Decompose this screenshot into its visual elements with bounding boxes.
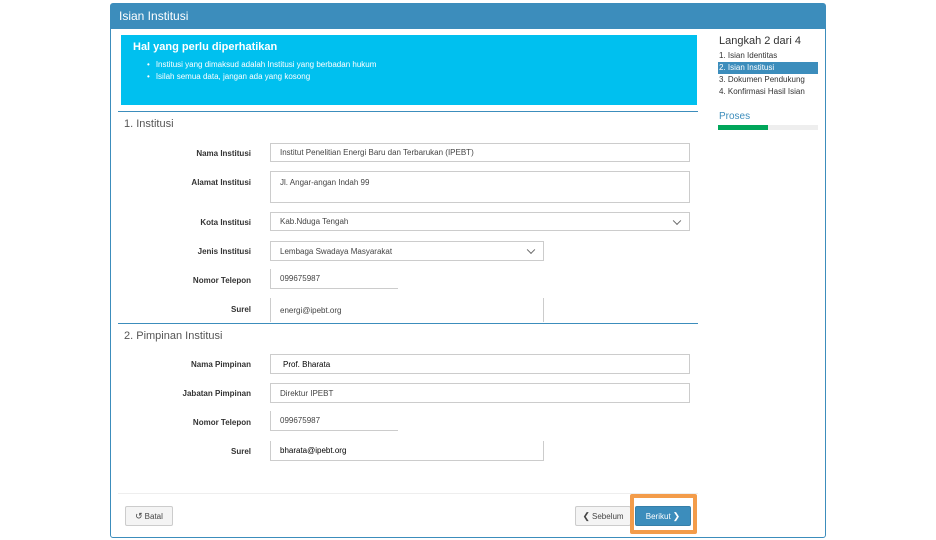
alamat-institusi-label: Alamat Institusi [191, 178, 251, 187]
progress-title: Proses [719, 111, 751, 122]
nama-institusi-value: Institut Penelitian Energi Baru dan Terb… [280, 148, 474, 157]
surel-institusi-value: energi@ipebt.org [280, 305, 342, 315]
undo-icon: ↺ [135, 510, 143, 521]
section-title-institusi: 1. Institusi [124, 118, 174, 130]
section-title-pimpinan: 2. Pimpinan Institusi [124, 330, 223, 342]
alamat-institusi-textarea[interactable]: Jl. Angar-angan Indah 99 [270, 171, 690, 203]
step-item: 3. Dokumen Pendukung [719, 75, 805, 84]
alert-list: Institusi yang dimaksud adalah Institusi… [133, 59, 685, 83]
alert-item: Institusi yang dimaksud adalah Institusi… [147, 59, 685, 71]
jabatan-pimpinan-label: Jabatan Pimpinan [182, 389, 251, 398]
nomor-telepon-institusi-input[interactable]: 099675987 [270, 269, 398, 289]
chevron-left-icon: ❮ [582, 510, 590, 521]
step-item-active: 2. Isian Institusi [718, 62, 818, 74]
surel-institusi-label: Surel [230, 305, 251, 314]
kota-institusi-value: Kab.Nduga Tengah [280, 217, 349, 226]
alamat-institusi-value: Jl. Angar-angan Indah 99 [280, 178, 370, 187]
progress-bar [718, 125, 818, 130]
nama-pimpinan-input[interactable]: Prof. Bharata [270, 354, 690, 374]
wizard-sidebar: Langkah 2 dari 4 1. Isian Identitas 2. I… [718, 35, 818, 130]
nomor-telepon-pimpinan-value: 099675987 [280, 416, 321, 425]
step-title: Langkah 2 dari 4 [719, 35, 801, 47]
surel-pimpinan-input[interactable]: bharata@ipebt.org [270, 441, 544, 461]
surel-pimpinan-label: Surel [230, 447, 251, 456]
berikut-highlight-box [630, 494, 697, 534]
nama-institusi-input[interactable]: Institut Penelitian Energi Baru dan Terb… [270, 143, 690, 162]
jenis-institusi-value: Lembaga Swadaya Masyarakat [280, 246, 393, 256]
section-divider [118, 111, 698, 112]
nama-pimpinan-label: Nama Pimpinan [190, 360, 251, 369]
panel-title: Isian Institusi [111, 4, 825, 29]
sebelum-button[interactable]: ❮ Sebelum [575, 506, 631, 526]
surel-institusi-input[interactable]: energi@ipebt.org [270, 298, 544, 322]
kota-institusi-label: Kota Institusi [200, 218, 251, 227]
nomor-telepon-institusi-value: 099675987 [280, 274, 321, 283]
alert-item: Isilah semua data, jangan ada yang koson… [147, 71, 685, 83]
alert-heading: Hal yang perlu diperhatikan [133, 41, 278, 53]
jenis-institusi-label: Jenis Institusi [197, 247, 251, 256]
sebelum-label: Sebelum [591, 511, 624, 521]
chevron-down-icon [526, 245, 536, 255]
surel-pimpinan-value: bharata@ipebt.org [280, 446, 347, 455]
step-item: 4. Konfirmasi Hasil Isian [719, 87, 805, 96]
batal-label: Batal [144, 511, 163, 521]
progress-fill [718, 125, 768, 130]
jenis-institusi-select[interactable]: Lembaga Swadaya Masyarakat [270, 241, 544, 261]
chevron-down-icon [672, 216, 682, 225]
info-alert: Hal yang perlu diperhatikan Institusi ya… [121, 35, 697, 105]
nama-institusi-label: Nama Institusi [196, 149, 251, 158]
jabatan-pimpinan-value: Direktur IPEBT [280, 388, 334, 398]
nomor-telepon-institusi-label: Nomor Telepon [192, 276, 251, 285]
nomor-telepon-pimpinan-label: Nomor Telepon [192, 418, 251, 427]
kota-institusi-select[interactable]: Kab.Nduga Tengah [270, 212, 690, 231]
step-item: 1. Isian Identitas [719, 51, 778, 60]
nomor-telepon-pimpinan-input[interactable]: 099675987 [270, 411, 398, 431]
batal-button[interactable]: ↺ Batal [125, 506, 173, 526]
jabatan-pimpinan-input[interactable]: Direktur IPEBT [270, 383, 690, 403]
isian-institusi-panel: Isian Institusi Hal yang perlu diperhati… [110, 3, 826, 538]
nama-pimpinan-value: Prof. Bharata [283, 359, 331, 369]
section-divider [118, 323, 698, 324]
